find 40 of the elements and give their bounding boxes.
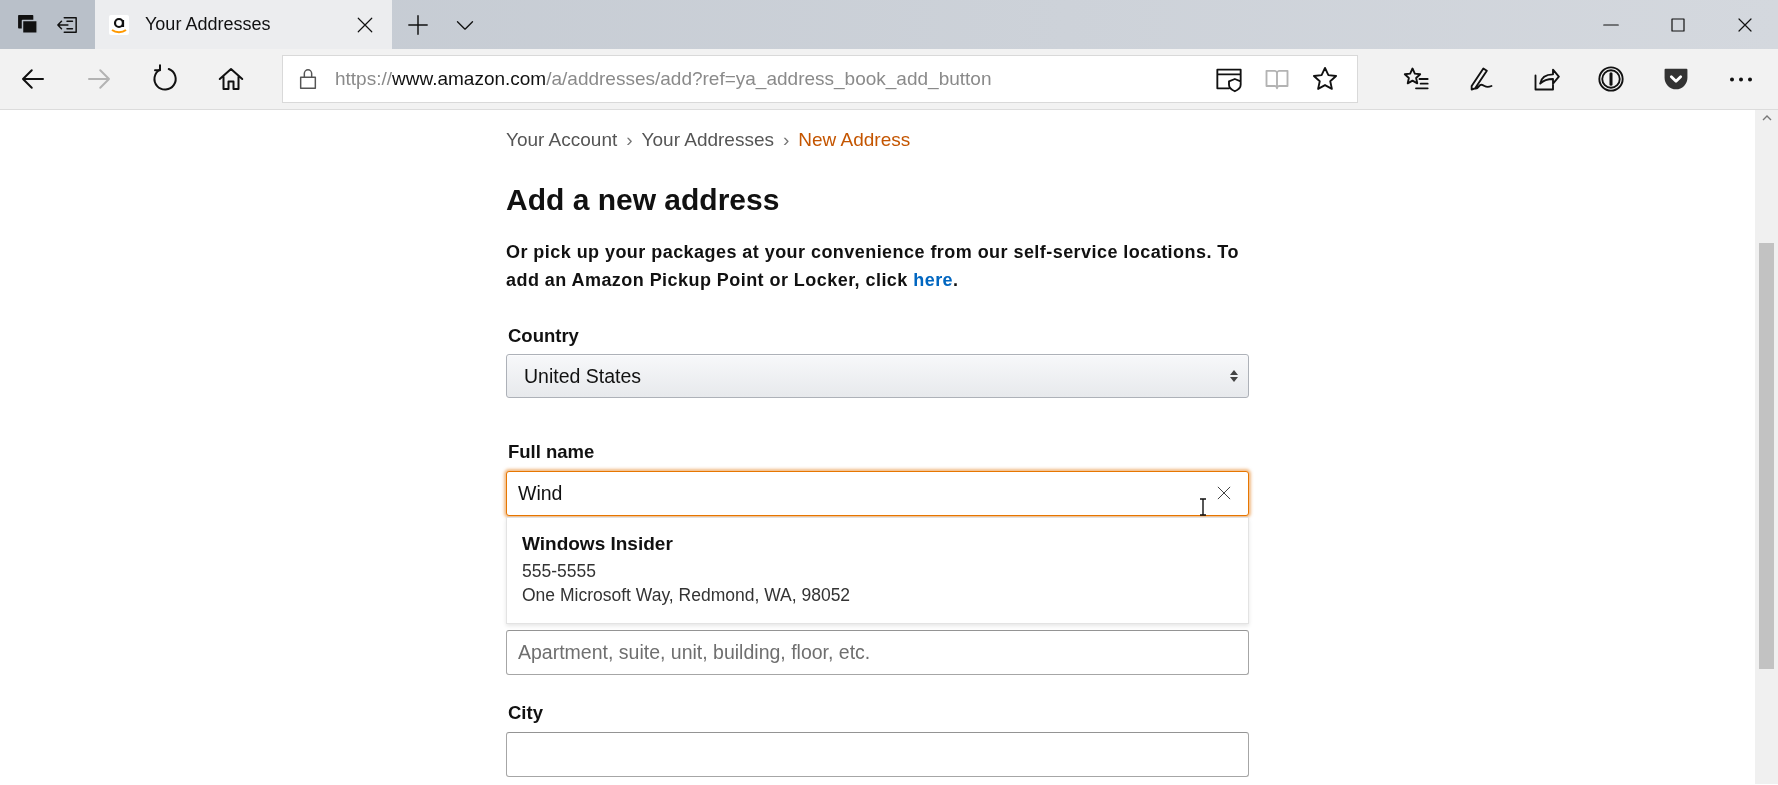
breadcrumb-link[interactable]: Your Account: [506, 126, 618, 155]
minimize-icon: [1602, 23, 1619, 26]
here-link[interactable]: here: [913, 269, 954, 290]
suggestion-name[interactable]: Windows Insider: [522, 530, 1233, 559]
favicon-icon: [109, 14, 129, 35]
url-text: https://www.amazon.com/a/addresses/add?ref=ya_address_book_add_button: [335, 66, 993, 92]
field-label: Country: [508, 323, 579, 348]
close-icon: [356, 15, 374, 34]
breadcrumb-link[interactable]: Your Addresses: [641, 126, 774, 155]
intro-text: Or pick up your packages at your convenience from our self-service locations. To add an Amazon Pickup Point or Locker, click here.: [506, 240, 1240, 292]
close-icon: [1217, 486, 1231, 500]
more-icon: [1728, 76, 1753, 82]
breadcrumb-separator: ›: [783, 128, 790, 152]
text-cursor-icon: [1199, 498, 1207, 516]
scrollbar-thumb[interactable]: [1759, 243, 1774, 669]
clear-button[interactable]: [1215, 484, 1233, 502]
tab-title: Your Addresses: [145, 13, 272, 36]
maximize-icon: [1668, 15, 1687, 34]
text-field[interactable]: Apartment, suite, unit, building, floor, etc.: [506, 630, 1249, 675]
field-label: Full name: [508, 440, 595, 465]
page-heading: Add a new address: [506, 181, 781, 218]
plus-icon: [406, 13, 429, 36]
scroll-up-icon: [1761, 114, 1772, 121]
star-icon: [1311, 65, 1339, 93]
breadcrumb-separator: ›: [626, 128, 633, 152]
lock-circle-icon: [1596, 65, 1625, 93]
suggestion-address: One Microsoft Way, Redmond, WA, 98052: [522, 583, 852, 607]
country-select[interactable]: United States: [506, 354, 1249, 399]
suggestion-phone: 555-5555: [522, 559, 597, 583]
field-label: City: [508, 701, 543, 725]
sort-arrows-icon: [1230, 370, 1238, 383]
windows-stack-icon: [16, 13, 39, 36]
browser-tab[interactable]: Your Addresses: [95, 0, 392, 49]
address-bar[interactable]: https://www.amazon.com/a/addresses/add?ref=ya_address_book_add_button: [282, 55, 1358, 103]
scrollbar[interactable]: [1755, 110, 1778, 784]
lock-icon: [297, 67, 319, 91]
text-field[interactable]: Wind: [506, 471, 1249, 516]
breadcrumb-link[interactable]: New Address: [798, 126, 911, 155]
text-field[interactable]: [506, 731, 1249, 777]
refresh-icon: [150, 64, 180, 94]
